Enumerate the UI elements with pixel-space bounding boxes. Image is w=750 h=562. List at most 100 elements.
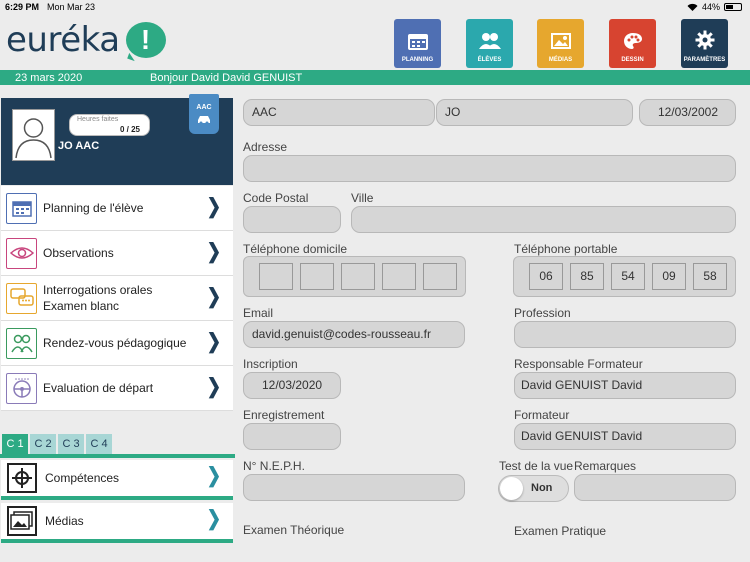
mobile-phone-field[interactable]: 06 85 54 09 58 [513,256,736,297]
postal-label: Code Postal [243,191,309,205]
menu-item-interrogations[interactable]: Interrogations orales Examen blanc ❯ [1,276,233,321]
firstname-field[interactable]: JO [436,99,633,126]
phone-segment[interactable]: 09 [652,263,686,290]
profession-field[interactable] [514,321,736,348]
theory-exam-label: Examen Théorique [243,523,345,537]
calendar-icon [407,34,428,50]
nav-planning-label: PLANNING [401,57,434,63]
birthdate-field[interactable]: 12/03/2002 [639,99,736,126]
formateur-field[interactable]: David GENUIST David [514,423,736,450]
competence-tabs: C 1 C 2 C 3 C 4 [2,434,112,454]
chevron-right-icon: ❯ [206,240,221,263]
mobile-phone-label: Téléphone portable [514,242,618,256]
licence-badge: AAC [189,94,219,134]
nav-medias-button[interactable]: MÉDIAS [537,19,584,68]
postal-field[interactable] [243,206,341,233]
enregistrement-label: Enregistrement [243,408,325,422]
competences-button[interactable]: Compétences ❯ [1,460,233,500]
medias-button[interactable]: Médias ❯ [1,503,233,543]
inscription-field[interactable]: 12/03/2020 [243,372,341,399]
tab-c2[interactable]: C 2 [30,434,56,454]
hours-counter: Heures faites 0 / 25 [69,114,150,136]
tab-c3[interactable]: C 3 [58,434,84,454]
chevron-right-icon: ❯ [206,195,221,218]
nav-eleves-button[interactable]: ÉLÈVES [466,19,513,68]
enregistrement-field[interactable] [243,423,341,450]
vision-test-toggle[interactable]: Non [498,475,569,502]
student-menu: Planning de l'élève ❯ Observations ❯ Int… [1,186,233,411]
nav-planning-button[interactable]: PLANNING [394,19,441,68]
banner-date: 23 mars 2020 [15,72,83,84]
user-silhouette-icon [15,118,52,159]
tab-underline [0,454,235,458]
menu-item-label: Rendez-vous pédagogique [43,336,187,350]
banner-greeting: Bonjour David David GENUIST [150,72,303,84]
profession-label: Profession [514,306,571,320]
chevron-right-icon: ❯ [206,507,221,530]
menu-item-evaluation[interactable]: Evaluation de départ ❯ [1,366,233,411]
resp-formateur-field[interactable]: David GENUIST David [514,372,736,399]
home-phone-label: Téléphone domicile [243,242,348,256]
battery-percent: 44% [701,2,720,12]
address-label: Adresse [243,140,288,154]
gear-icon [695,30,714,50]
medias-label: Médias [45,514,84,528]
wifi-icon [687,3,698,11]
competences-label: Compétences [45,471,120,485]
formateur-label: Formateur [514,408,570,422]
menu-item-rendez-vous[interactable]: Rendez-vous pédagogique ❯ [1,321,233,366]
toggle-knob [500,477,523,500]
status-time: 6:29 PM [5,2,40,12]
hours-value: 0 / 25 [119,125,140,134]
phone-segment[interactable]: 85 [570,263,604,290]
logo-mark: ! [125,22,166,58]
menu-item-label: Planning de l'élève [43,201,144,215]
menu-item-observations[interactable]: Observations ❯ [1,231,233,276]
status-date: Mon Mar 23 [47,2,96,12]
header-banner: 23 mars 2020 Bonjour David David GENUIST [0,70,750,85]
people-icon [6,327,37,359]
phone-segment[interactable] [382,263,416,290]
people-icon [478,33,501,49]
target-icon [7,463,37,493]
avatar[interactable] [12,109,55,161]
email-field[interactable]: david.genuist@codes-rousseau.fr [243,321,465,348]
phone-segment[interactable]: 58 [693,263,727,290]
nav-eleves-label: ÉLÈVES [477,57,502,63]
logo-word: euréka [6,20,120,60]
menu-item-label: Observations [43,246,114,260]
steering-wheel-icon [6,372,37,404]
address-field[interactable] [243,155,736,182]
nav-medias-label: MÉDIAS [548,57,573,63]
lastname-field[interactable]: AAC [243,99,435,126]
city-field[interactable] [351,206,736,233]
menu-item-planning[interactable]: Planning de l'élève ❯ [1,186,233,231]
remarks-label: Remarques [574,459,637,473]
eye-icon [6,237,37,269]
home-phone-field[interactable] [243,256,466,297]
chevron-right-icon: ❯ [206,285,221,308]
nav-dessin-label: DESSIN [621,57,644,63]
student-name: JO AAC [58,140,100,152]
neph-field[interactable] [243,474,465,501]
practice-exam-label: Examen Pratique [514,524,607,538]
photos-icon [7,506,37,536]
menu-item-label: Interrogations orales Examen blanc [43,283,153,313]
phone-segment[interactable] [341,263,375,290]
remarks-field[interactable] [574,474,736,501]
nav-parametres-button[interactable]: PARAMÈTRES [681,19,728,68]
phone-segment[interactable] [423,263,457,290]
neph-label: N° N.E.P.H. [243,459,305,473]
calendar-icon [6,192,37,224]
nav-dessin-button[interactable]: DESSIN [609,19,656,68]
menu-item-label: Evaluation de départ [43,381,154,395]
phone-segment[interactable]: 06 [529,263,563,290]
phone-segment[interactable] [259,263,293,290]
phone-segment[interactable] [300,263,334,290]
city-label: Ville [351,191,374,205]
chevron-right-icon: ❯ [206,375,221,398]
tab-c1[interactable]: C 1 [2,434,28,454]
chevron-right-icon: ❯ [206,330,221,353]
tab-c4[interactable]: C 4 [86,434,112,454]
phone-segment[interactable]: 54 [611,263,645,290]
